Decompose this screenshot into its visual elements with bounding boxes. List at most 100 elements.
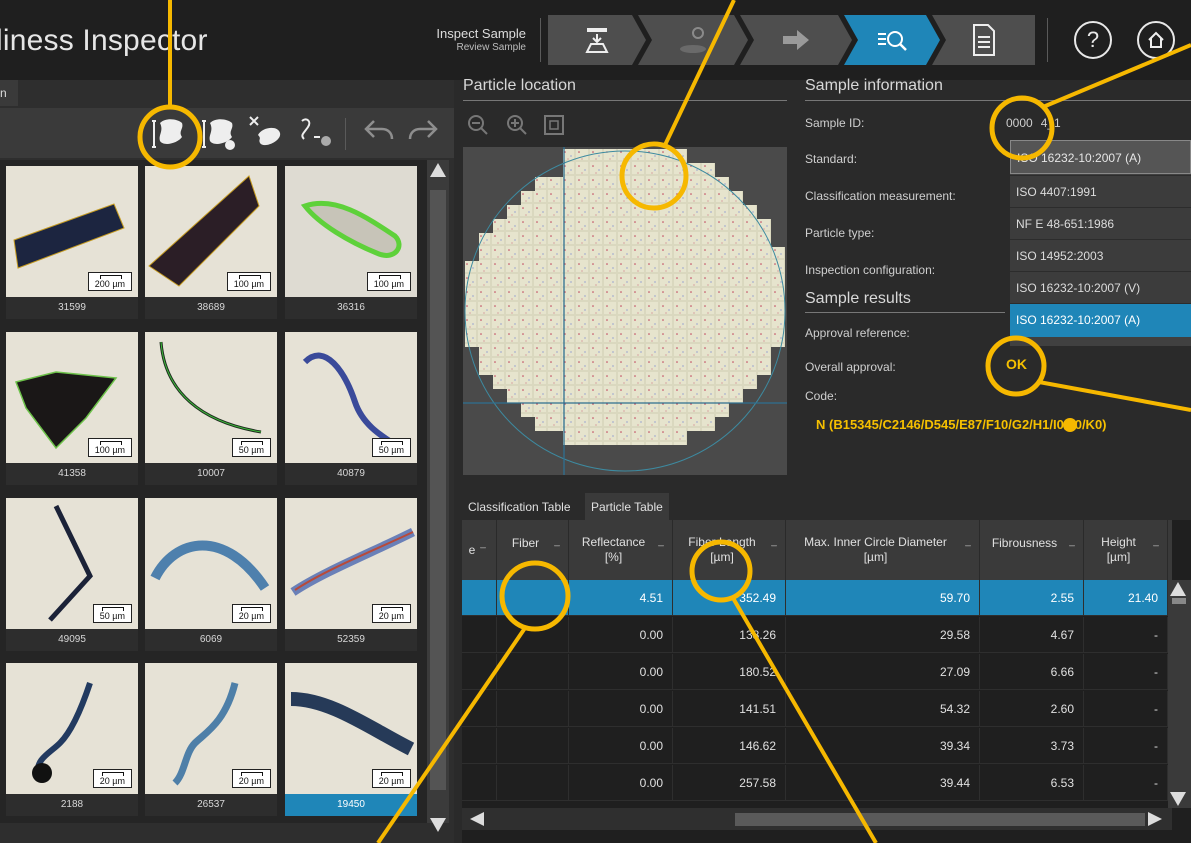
- divider: [805, 312, 1005, 313]
- column-header-max-inner-circle[interactable]: Max. Inner Circle Diameter [µm] ▽: [786, 520, 980, 580]
- code-label: Code:: [805, 389, 838, 403]
- table-horizontal-thumb[interactable]: [735, 813, 1145, 826]
- classify-particles-icon[interactable]: [150, 115, 186, 151]
- filter-icon[interactable]: ▽: [1151, 542, 1161, 551]
- table-scroll-thumb[interactable]: [1172, 598, 1186, 604]
- filter-icon[interactable]: ▽: [963, 542, 973, 551]
- divider: [805, 100, 1191, 101]
- classification-measurement-label: Classification measurement:: [805, 189, 956, 203]
- filter-icon[interactable]: ▽: [769, 542, 779, 551]
- particle-id: 40879: [285, 463, 417, 485]
- zoom-in-icon[interactable]: [505, 113, 529, 137]
- column-header[interactable]: e ▽: [462, 520, 497, 580]
- table-row[interactable]: 0.00 146.62 39.34 3.73-: [462, 728, 1172, 764]
- column-header-fibrousness[interactable]: Fibrousness ▽: [980, 520, 1084, 580]
- table-row-selected[interactable]: 4.51 352.49 59.70 2.55 21.40: [462, 580, 1172, 616]
- particle-image: 50 µm: [6, 498, 138, 629]
- scroll-right-icon[interactable]: [1148, 812, 1162, 826]
- particle-id: 6069: [145, 629, 277, 651]
- table-row[interactable]: 0.00 141.51 54.32 2.60-: [462, 691, 1172, 727]
- step-report[interactable]: [932, 15, 1035, 65]
- standard-dropdown[interactable]: ISO 16232-10:2007 (A): [1010, 140, 1191, 174]
- table-cell: 141.51: [673, 691, 786, 727]
- table-cell: 39.34: [786, 728, 980, 764]
- filter-map: [463, 147, 787, 475]
- table-row[interactable]: 0.00 257.58 39.44 6.53-: [462, 765, 1172, 801]
- particle-image: 100 µm: [145, 166, 277, 297]
- tab-particles[interactable]: n: [0, 80, 18, 106]
- standard-option-selected[interactable]: ISO 16232-10:2007 (A): [1010, 303, 1191, 337]
- divider: [463, 100, 787, 101]
- particle-tile-selected[interactable]: 20 µm 19450: [285, 663, 417, 816]
- standard-option[interactable]: ISO 16232-10:2007 (V): [1010, 271, 1191, 303]
- filter-icon[interactable]: ▽: [478, 544, 488, 553]
- particle-image: 100 µm: [6, 332, 138, 463]
- manual-classify-icon[interactable]: [200, 115, 236, 151]
- scroll-down-icon[interactable]: [1170, 792, 1186, 806]
- filter-icon[interactable]: ▽: [1067, 542, 1077, 551]
- standard-label: Standard:: [805, 152, 858, 166]
- table-row[interactable]: 0.00 180.52 27.09 6.66-: [462, 654, 1172, 690]
- table-cell: -: [1084, 765, 1168, 801]
- help-button[interactable]: ?: [1074, 21, 1112, 59]
- particle-tile[interactable]: 50 µm 10007: [145, 332, 277, 485]
- filter-icon[interactable]: ▽: [552, 542, 562, 551]
- particle-tile[interactable]: 20 µm 2188: [6, 663, 138, 816]
- table-cell: 3.73: [980, 728, 1084, 764]
- undo-icon[interactable]: [360, 115, 396, 151]
- scroll-up-icon[interactable]: [1170, 582, 1186, 596]
- standard-option[interactable]: ISO 14952:2003: [1010, 239, 1191, 271]
- mode-indicator: Inspect Sample Review Sample: [420, 27, 526, 55]
- gallery-scroll-thumb[interactable]: [430, 190, 446, 790]
- column-header-fiber[interactable]: Fiber ▽: [497, 520, 569, 580]
- table-cell: [497, 617, 569, 653]
- sample-id-suffix: 4_1: [1040, 116, 1061, 130]
- scale-bar: 100 µm: [366, 272, 411, 291]
- app-title: liness Inspector: [0, 24, 208, 57]
- particle-tile[interactable]: 50 µm 49095: [6, 498, 138, 651]
- zoom-out-icon[interactable]: [466, 113, 490, 137]
- particle-image: 200 µm: [6, 166, 138, 297]
- step-review[interactable]: [844, 15, 940, 65]
- tab-classification-table[interactable]: Classification Table: [462, 493, 577, 520]
- redo-icon[interactable]: [406, 115, 442, 151]
- sample-information-title: Sample information: [805, 77, 943, 94]
- mode-secondary: Review Sample: [456, 42, 526, 53]
- column-header-reflectance[interactable]: Reflectance [%] ▽: [569, 520, 673, 580]
- filter-icon[interactable]: ▽: [656, 542, 666, 551]
- overall-approval-value: OK: [1006, 356, 1027, 372]
- particle-tile[interactable]: 100 µm 41358: [6, 332, 138, 485]
- step-load-sample[interactable]: [548, 15, 646, 65]
- scroll-left-icon[interactable]: [470, 812, 484, 826]
- step-next[interactable]: [740, 15, 852, 65]
- particle-image: 50 µm: [285, 332, 417, 463]
- table-row[interactable]: 0.00 138.26 29.58 4.67-: [462, 617, 1172, 653]
- scroll-down-icon[interactable]: [430, 818, 446, 832]
- table-cell: 0.00: [569, 654, 673, 690]
- column-header-height[interactable]: Height [µm] ▽: [1084, 520, 1168, 580]
- merge-particles-icon[interactable]: [296, 115, 332, 151]
- table-vertical-scrollbar[interactable]: [1168, 580, 1191, 808]
- particle-tile[interactable]: 50 µm 40879: [285, 332, 417, 485]
- particle-tile[interactable]: 20 µm 26537: [145, 663, 277, 816]
- fit-view-icon[interactable]: [542, 113, 566, 137]
- tab-particle-table[interactable]: Particle Table: [585, 493, 669, 520]
- particle-location-map[interactable]: [463, 147, 787, 475]
- standard-option[interactable]: ISO 4407:1991: [1010, 175, 1191, 207]
- home-button[interactable]: [1137, 21, 1175, 59]
- scroll-up-icon[interactable]: [430, 163, 446, 177]
- table-cell: 39.44: [786, 765, 980, 801]
- column-header-fiber-length[interactable]: Fiber Length [µm] ▽: [673, 520, 786, 580]
- particle-tile[interactable]: 100 µm 38689: [145, 166, 277, 319]
- particle-tile[interactable]: 100 µm 36316: [285, 166, 417, 319]
- step-settings[interactable]: [638, 15, 748, 65]
- particle-image: 100 µm: [285, 166, 417, 297]
- particle-tile[interactable]: 20 µm 6069: [145, 498, 277, 651]
- exclude-particle-icon[interactable]: [248, 115, 284, 151]
- standard-option[interactable]: NF E 48-651:1986: [1010, 207, 1191, 239]
- particle-id: 10007: [145, 463, 277, 485]
- review-search-icon: [875, 26, 909, 54]
- particle-tile[interactable]: 200 µm 31599: [6, 166, 138, 319]
- table-cell: -: [1084, 654, 1168, 690]
- particle-tile[interactable]: 20 µm 52359: [285, 498, 417, 651]
